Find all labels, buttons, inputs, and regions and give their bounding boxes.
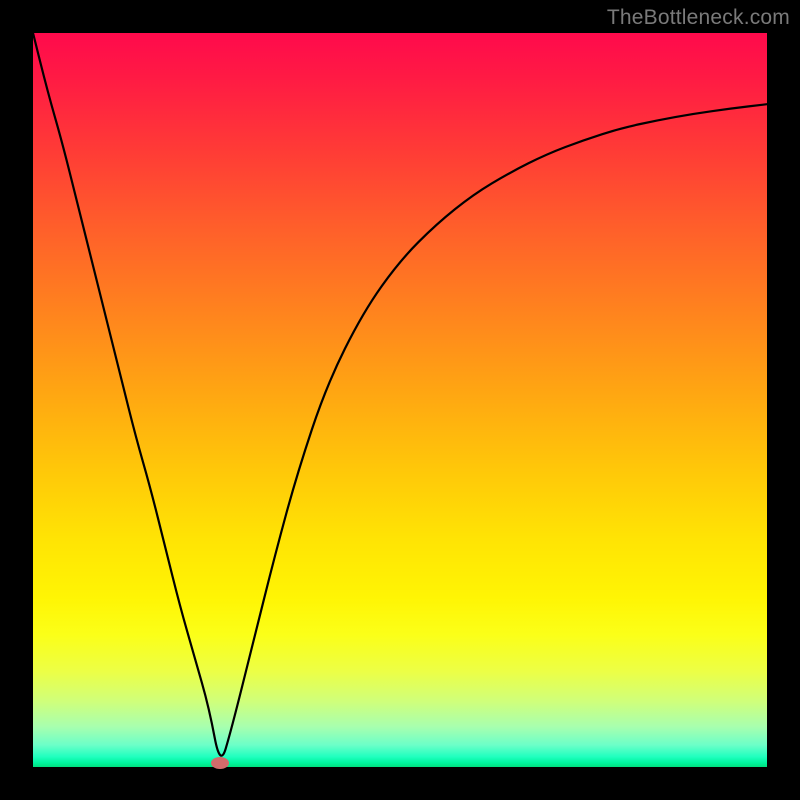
minimum-marker (211, 757, 229, 769)
curve-svg (33, 33, 767, 767)
bottleneck-curve (33, 33, 767, 756)
chart-frame: TheBottleneck.com (0, 0, 800, 800)
plot-area (33, 33, 767, 767)
watermark-text: TheBottleneck.com (607, 6, 790, 30)
